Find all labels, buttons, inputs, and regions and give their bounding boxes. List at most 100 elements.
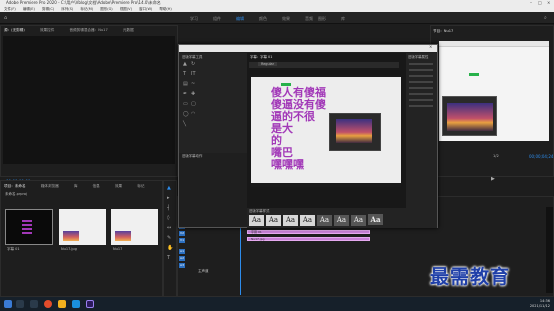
home-icon[interactable]: ⌂ <box>4 15 7 21</box>
style-sample[interactable]: Aa <box>300 215 315 226</box>
watermark-logo: 最需教育 <box>430 266 511 288</box>
play-icon[interactable]: ▶ <box>491 176 495 182</box>
prop-row <box>409 93 433 95</box>
start-icon[interactable] <box>4 300 12 308</box>
workspace-effects[interactable]: 效果 <box>282 16 290 22</box>
titler-styles-tab[interactable]: 旧版字幕样式 <box>249 208 269 213</box>
titler-actions-tab[interactable]: 旧版字幕动作 <box>182 153 202 158</box>
chrome-icon[interactable] <box>44 300 52 308</box>
task-view-icon[interactable] <box>30 300 38 308</box>
program-fit[interactable]: 1/2 <box>493 154 499 158</box>
type-tool-icon[interactable]: T <box>167 255 170 261</box>
style-sample[interactable]: Aa <box>351 215 366 226</box>
project-item-title[interactable] <box>5 209 53 245</box>
caption-line-7: 嘿嘿嘿 <box>271 158 304 171</box>
track-select-icon[interactable]: ▸ <box>167 195 170 201</box>
razor-icon[interactable]: ◊ <box>167 215 169 221</box>
tab-markers[interactable]: 标记 <box>137 184 144 188</box>
titler-path-type-icon[interactable]: ~ <box>191 81 195 87</box>
titler-rotate-icon[interactable]: ↻ <box>191 61 195 67</box>
menu-sequence[interactable]: 序列(S) <box>61 7 73 11</box>
titler-add-anchor-icon[interactable]: ✚ <box>191 91 195 97</box>
ripple-edit-icon[interactable]: ┤ <box>167 205 170 211</box>
track-v1[interactable]: V1 <box>179 238 185 243</box>
menu-clip[interactable]: 剪辑(C) <box>42 7 54 11</box>
project-item-image[interactable] <box>59 209 106 245</box>
titler-pen-icon[interactable]: ✒ <box>183 91 187 97</box>
track-a2[interactable]: A2 <box>179 256 185 261</box>
tab-metadata[interactable]: 元数据 <box>123 28 134 32</box>
menu-help[interactable]: 帮助(H) <box>159 7 171 11</box>
prop-row <box>409 63 433 65</box>
caption-line-6: 嘴巴 <box>271 146 293 159</box>
workspace-learn[interactable]: 学习 <box>190 16 198 22</box>
menu-marker[interactable]: 标记(M) <box>80 7 93 11</box>
prop-row <box>409 87 433 89</box>
style-sample[interactable]: Aa <box>334 215 349 226</box>
search-icon[interactable]: ⌕ <box>544 15 547 21</box>
style-sample[interactable]: Aa <box>266 215 281 226</box>
project-item-sequence[interactable] <box>111 209 158 245</box>
clip-title[interactable]: 字幕 01 <box>247 230 370 234</box>
slip-icon[interactable]: ↔ <box>167 225 171 231</box>
program-panel: 节目：Nu17 00;00;04;24 1/2 ▶ <box>430 25 554 182</box>
premiere-icon[interactable] <box>86 300 94 308</box>
menu-edit[interactable]: 编辑(E) <box>23 7 35 11</box>
clip-image[interactable]: Nu17.jpg <box>247 237 370 241</box>
titler-ellipse-icon[interactable]: ◯ <box>183 111 189 117</box>
tab-effect-controls[interactable]: 效果控件 <box>40 28 54 32</box>
titler-properties-tab[interactable]: 旧版字幕属性 <box>408 54 428 59</box>
track-a3[interactable]: A3 <box>179 263 185 268</box>
tab-project[interactable]: 项目：未命名 <box>4 184 26 188</box>
titler-font-select[interactable]: Regular <box>258 62 278 66</box>
edge-icon[interactable] <box>72 300 80 308</box>
track-v2[interactable]: V2 <box>179 231 185 236</box>
workspace-editing[interactable]: 编辑 <box>236 16 244 22</box>
hand-icon[interactable]: ✋ <box>167 245 173 251</box>
titler-area-type-icon[interactable]: ▤ <box>183 81 188 87</box>
workspace-bar: ⌂ 学习 组件 编辑 颜色 效果 音频 图形 库 ⌕ <box>0 12 554 24</box>
workspace-libraries[interactable]: 库 <box>341 16 345 22</box>
titler-rounded-rect-icon[interactable]: ▢ <box>191 101 196 107</box>
program-tab[interactable]: 节目：Nu17 <box>433 29 453 34</box>
tab-effects[interactable]: 效果 <box>115 184 122 188</box>
caption-line-2: 傻逼没有傻 <box>271 98 326 111</box>
titler-type-icon[interactable]: T <box>183 71 186 77</box>
legacy-titler-window: × 旧版字幕工具 ▲ ↻ T IT ▤ ~ ✒ ✚ ▭ ▢ ◯ ◠ ╲ 旧版字幕… <box>178 44 438 228</box>
workspace-assembly[interactable]: 组件 <box>213 16 221 22</box>
workspace-graphics[interactable]: 图形 <box>318 16 326 22</box>
tab-audio-clip-mixer[interactable]: 音频剪辑混合器：Nu17 <box>69 28 107 32</box>
workspace-audio[interactable]: 音频 <box>305 16 313 22</box>
track-a1[interactable]: A1 <box>179 249 185 254</box>
style-sample[interactable]: Aa <box>249 215 264 226</box>
selection-tool-icon[interactable]: ▲ <box>167 185 171 191</box>
green-label <box>469 73 479 76</box>
system-clock: 14:36 2021/11/12 <box>530 299 550 308</box>
style-sample[interactable]: Aa <box>368 214 383 225</box>
search-taskbar-icon[interactable] <box>16 300 24 308</box>
tab-media-browser[interactable]: 媒体浏览器 <box>41 184 59 188</box>
tab-libraries[interactable]: 库 <box>74 184 78 188</box>
titler-tools-tab[interactable]: 旧版字幕工具 <box>182 54 202 59</box>
workspace-color[interactable]: 颜色 <box>259 16 267 22</box>
menu-window[interactable]: 窗口(W) <box>139 7 152 11</box>
menu-view[interactable]: 视图(V) <box>120 7 132 11</box>
tab-source[interactable]: 源：(无剪辑) <box>4 28 25 32</box>
style-sample[interactable]: Aa <box>317 215 332 226</box>
titler-rectangle-icon[interactable]: ▭ <box>183 101 188 107</box>
titler-vertical-type-icon[interactable]: IT <box>191 71 196 77</box>
titler-line-icon[interactable]: ╲ <box>183 121 186 127</box>
window-title: Adobe Premiere Pro 2020 - C:\用户\Vblog\文档… <box>6 0 161 5</box>
titler-select-icon[interactable]: ▲ <box>183 61 187 67</box>
style-sample[interactable]: Aa <box>283 215 298 226</box>
titler-close-icon[interactable]: × <box>429 44 432 49</box>
playhead[interactable] <box>240 217 241 295</box>
tools-panel: ▲ ▸ ┤ ◊ ↔ ✎ ✋ T <box>163 180 177 297</box>
menu-file[interactable]: 文件(F) <box>4 7 16 11</box>
source-tabs: 源：(无剪辑) 效果控件 音频剪辑混合器：Nu17 元数据 <box>4 28 148 33</box>
pen-icon[interactable]: ✎ <box>167 235 171 241</box>
menu-graphics[interactable]: 图形(G) <box>100 7 112 11</box>
titler-arc-icon[interactable]: ◠ <box>191 111 195 117</box>
file-explorer-icon[interactable] <box>58 300 66 308</box>
tab-info[interactable]: 信息 <box>93 184 100 188</box>
